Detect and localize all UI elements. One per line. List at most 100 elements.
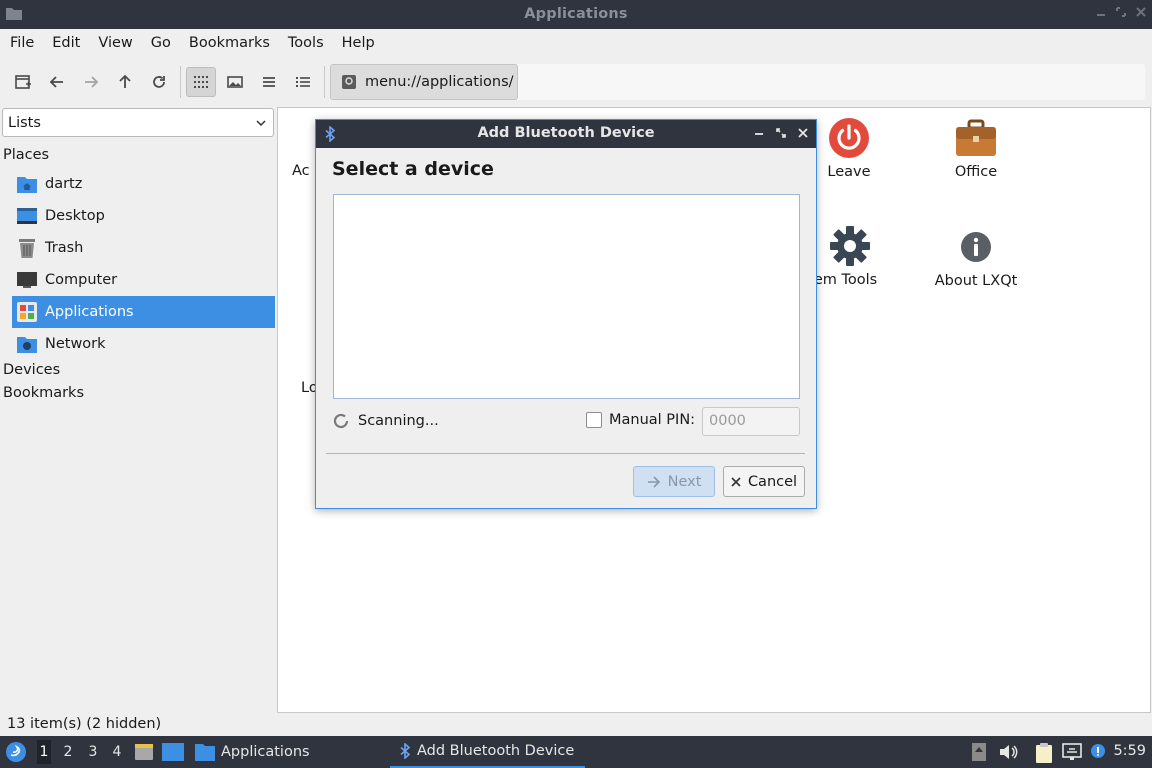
reload-button[interactable]	[144, 67, 174, 97]
device-list[interactable]	[333, 194, 800, 399]
main-menu-button[interactable]	[5, 741, 27, 763]
arrow-right-icon	[647, 475, 661, 488]
status-bar-text: 13 item(s) (2 hidden)	[7, 716, 162, 732]
workspace-4[interactable]: 4	[110, 744, 124, 760]
close-icon[interactable]	[798, 128, 808, 138]
sidebar-item-label: dartz	[45, 176, 83, 192]
icon-view-icon	[193, 74, 209, 90]
trash-icon	[17, 238, 37, 258]
sidebar-item-desktop[interactable]: Desktop	[12, 200, 275, 232]
notification-icon[interactable]	[1089, 743, 1107, 761]
maximize-icon[interactable]	[1116, 7, 1126, 17]
app-label: Office	[954, 164, 998, 180]
volume-icon[interactable]	[999, 743, 1019, 761]
next-label: Next	[667, 473, 702, 490]
menu-go[interactable]: Go	[145, 35, 177, 51]
thumbnail-view-button[interactable]	[220, 67, 250, 97]
sidebar-item-network[interactable]: Network	[12, 328, 275, 360]
minimize-icon[interactable]	[1096, 7, 1106, 17]
app-item-about-lxqt[interactable]: About LXQt	[916, 225, 1036, 289]
info-icon	[954, 225, 998, 269]
sidebar-item-trash[interactable]: Trash	[12, 232, 275, 264]
dialog-separator	[326, 453, 805, 454]
up-icon	[117, 74, 133, 90]
detailed-list-view-button[interactable]	[288, 67, 318, 97]
bookmarks-heading[interactable]: Bookmarks	[3, 385, 84, 401]
menu-bookmarks[interactable]: Bookmarks	[183, 35, 276, 51]
devices-heading[interactable]: Devices	[3, 362, 60, 378]
lxqt-logo-icon	[5, 741, 27, 763]
sidebar-mode-value: Lists	[8, 114, 41, 131]
toolbar-separator	[324, 66, 325, 98]
home-folder-icon	[17, 174, 37, 194]
dialog-title: Add Bluetooth Device	[477, 125, 655, 141]
app-label: Ac	[292, 163, 310, 179]
sidebar-mode-select[interactable]: Lists	[2, 108, 274, 137]
workspace-2[interactable]: 2	[61, 744, 75, 760]
workspace-3[interactable]: 3	[86, 744, 100, 760]
cancel-button[interactable]: Cancel	[723, 466, 805, 497]
path-text: menu://applications/	[365, 74, 514, 90]
root-icon	[341, 74, 357, 90]
sidebar-item-label: Network	[45, 336, 106, 352]
cancel-label: Cancel	[747, 473, 798, 490]
task-label: Add Bluetooth Device	[417, 743, 575, 759]
next-button[interactable]: Next	[633, 466, 715, 497]
pin-input[interactable]: 0000	[702, 407, 800, 436]
network-status-icon[interactable]	[1062, 743, 1082, 761]
forward-button[interactable]	[76, 67, 106, 97]
path-bar[interactable]: menu://applications/	[330, 64, 1145, 100]
menu-edit[interactable]: Edit	[46, 35, 86, 51]
sidebar-item-label: Computer	[45, 272, 118, 288]
places-heading[interactable]: Places	[3, 147, 49, 163]
back-button[interactable]	[42, 67, 72, 97]
removable-media-icon[interactable]	[971, 743, 987, 761]
window-titlebar: Applications	[0, 0, 1152, 29]
bluetooth-icon	[399, 743, 411, 759]
forward-icon	[83, 74, 99, 90]
manual-pin-checkbox[interactable]	[586, 412, 602, 428]
minimize-icon[interactable]	[754, 128, 764, 138]
up-button[interactable]	[110, 67, 140, 97]
new-window-icon	[14, 73, 32, 91]
new-window-button[interactable]	[8, 67, 38, 97]
sidebar-item-applications[interactable]: Applications	[12, 296, 275, 328]
manual-pin-option[interactable]: Manual PIN:	[586, 412, 695, 428]
dialog-heading: Select a device	[332, 158, 494, 180]
add-bluetooth-device-dialog: Add Bluetooth Device Select a device Sca…	[315, 119, 817, 509]
task-add-bluetooth-device[interactable]: Add Bluetooth Device	[390, 736, 585, 768]
back-icon	[49, 74, 65, 90]
sidebar-item-computer[interactable]: Computer	[12, 264, 275, 296]
workspace-1[interactable]: 1	[37, 740, 51, 764]
toolbar-separator	[180, 66, 181, 98]
detailed-list-view-icon	[295, 74, 311, 90]
sidebar-item-dartz[interactable]: dartz	[12, 168, 275, 200]
task-applications[interactable]: Applications	[195, 736, 310, 768]
file-manager-launcher[interactable]	[134, 742, 154, 762]
sidebar-item-label: Trash	[45, 240, 84, 256]
task-label: Applications	[221, 744, 310, 760]
compact-view-button[interactable]	[254, 67, 284, 97]
clipboard-icon[interactable]	[1035, 743, 1053, 763]
clock[interactable]: 5:59	[1113, 743, 1146, 759]
folder-icon	[195, 743, 215, 761]
menu-tools[interactable]: Tools	[282, 35, 330, 51]
app-item-office[interactable]: Office	[916, 116, 1036, 180]
icon-view-button[interactable]	[186, 67, 216, 97]
window-title: Applications	[524, 6, 628, 22]
dialog-titlebar[interactable]: Add Bluetooth Device	[316, 120, 816, 148]
menu-help[interactable]: Help	[336, 35, 381, 51]
show-desktop-button[interactable]	[162, 743, 184, 761]
power-icon	[827, 116, 871, 160]
menu-file[interactable]: File	[4, 35, 40, 51]
path-breadcrumb[interactable]: menu://applications/	[330, 64, 518, 100]
app-label: Leave	[827, 164, 871, 180]
reload-icon	[151, 74, 167, 90]
network-icon	[17, 334, 37, 354]
menu-bar: File Edit View Go Bookmarks Tools Help	[0, 29, 1152, 57]
app-label: About LXQt	[934, 273, 1018, 289]
close-icon[interactable]	[1136, 7, 1146, 17]
scanning-label: Scanning...	[358, 413, 439, 429]
maximize-icon[interactable]	[776, 128, 786, 138]
menu-view[interactable]: View	[92, 35, 138, 51]
